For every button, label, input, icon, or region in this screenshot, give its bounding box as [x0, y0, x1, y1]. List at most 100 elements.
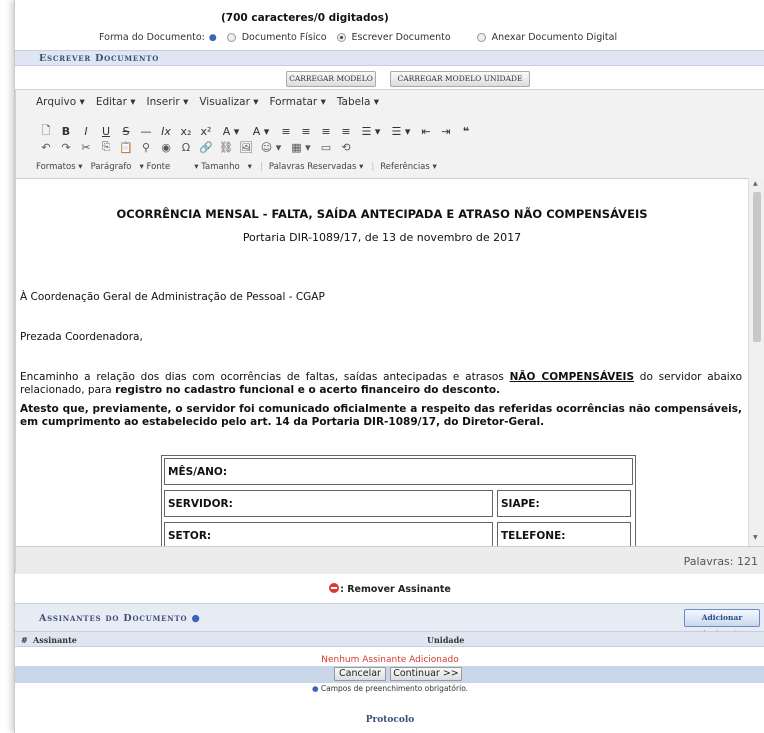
page-break-icon[interactable]: ▭ — [316, 141, 336, 154]
scroll-thumb[interactable] — [753, 192, 761, 342]
horizontal-rule-icon[interactable]: — — [136, 125, 156, 138]
cancel-button[interactable]: Cancelar — [334, 667, 386, 681]
size-dropdown[interactable]: ▾ Tamanho — [194, 162, 239, 172]
text-color-icon[interactable]: A ▾ — [216, 125, 246, 138]
section-title-text: Escrever Documento — [39, 53, 160, 64]
radio-anexar-label: Anexar Documento Digital — [491, 32, 618, 43]
radio-fisico[interactable] — [226, 33, 236, 42]
emoticon-icon[interactable]: ☺ ▾ — [256, 141, 286, 154]
menu-visualizar[interactable]: Visualizar ▾ — [199, 96, 258, 108]
mes-ano-cell[interactable]: MÊS/ANO: — [164, 458, 633, 485]
redo-icon[interactable]: ↷ — [56, 141, 76, 154]
align-justify-icon[interactable]: ≡ — [336, 125, 356, 138]
page-frame: (700 caracteres/0 digitados) Forma do Do… — [14, 0, 764, 733]
remove-signer-text: : Remover Assinante — [340, 584, 451, 595]
outdent-icon[interactable]: ⇤ — [416, 125, 436, 138]
add-signer-button[interactable]: Adicionar Assinante — [684, 609, 760, 638]
document-form-row: Forma do Documento: ● Documento Físico E… — [99, 32, 617, 43]
references-dropdown[interactable]: Referências ▾ — [380, 162, 437, 172]
restore-icon[interactable]: ⟲ — [336, 141, 356, 154]
radio-escrever[interactable] — [336, 33, 346, 42]
bold-icon[interactable]: B — [56, 125, 76, 138]
servidor-cell[interactable]: SERVIDOR: — [164, 490, 493, 517]
reserved-words-dropdown[interactable]: Palavras Reservadas ▾ — [269, 162, 364, 172]
separator: | — [259, 162, 263, 172]
document-subtitle: Portaria DIR-1089/17, de 13 de novembro … — [242, 231, 522, 244]
preview-icon[interactable]: ◉ — [156, 141, 176, 154]
para1-part-d: registro no cadastro funcional e o acert… — [115, 384, 501, 396]
required-note: ● Campos de preenchimento obrigatório. — [15, 684, 764, 693]
signers-table-header: # Assinante Unidade — [15, 631, 764, 647]
col-number: # — [21, 635, 28, 645]
required-dot-icon: ● — [208, 32, 217, 43]
underline-icon[interactable]: U — [96, 125, 116, 138]
align-right-icon[interactable]: ≡ — [316, 125, 336, 138]
table-row: SERVIDOR: SIAPE: — [162, 488, 635, 520]
clear-format-icon[interactable]: Ix — [156, 125, 176, 138]
align-center-icon[interactable]: ≡ — [296, 125, 316, 138]
undo-icon[interactable]: ↶ — [36, 141, 56, 154]
menu-arquivo[interactable]: Arquivo ▾ — [36, 96, 85, 108]
paragraph-1: Encaminho a relação dos dias com ocorrên… — [20, 371, 742, 397]
protocolo-heading: Protocolo — [365, 715, 415, 725]
remove-icon — [329, 583, 340, 593]
indent-icon[interactable]: ⇥ — [436, 125, 456, 138]
employee-table: MÊS/ANO: SERVIDOR: SIAPE: SETOR: TELEFON… — [161, 455, 636, 546]
empty-signers-message: Nenhum Assinante Adicionado — [321, 655, 459, 665]
separator: | — [371, 162, 375, 172]
cut-icon[interactable]: ✂ — [76, 141, 96, 154]
special-char-icon[interactable]: Ω — [176, 141, 196, 154]
background-color-icon[interactable]: A ▾ — [246, 125, 276, 138]
image-icon[interactable]: 🖼 — [236, 141, 256, 154]
table-row: SETOR: TELEFONE: — [162, 520, 635, 546]
radio-anexar[interactable] — [476, 33, 486, 42]
load-model-button[interactable]: CARREGAR MODELO — [286, 71, 376, 87]
unlink-icon[interactable]: ⛓ — [216, 141, 236, 154]
continue-button[interactable]: Continuar >> — [390, 667, 462, 681]
section-title: Escrever Documento — [15, 50, 764, 66]
rich-text-editor: Arquivo ▾ Editar ▾ Inserir ▾ Visualizar … — [15, 89, 764, 574]
siape-cell[interactable]: SIAPE: — [497, 490, 631, 517]
signers-header: Assinantes do Documento ● Adicionar Assi… — [15, 603, 764, 638]
bullet-list-icon[interactable]: ☰ ▾ — [356, 125, 386, 138]
subscript-icon[interactable]: x₂ — [176, 125, 196, 138]
paragraph-dropdown[interactable]: Parágrafo — [91, 162, 132, 172]
remove-signer-legend: : Remover Assinante — [15, 583, 764, 595]
col-signer: Assinante — [33, 635, 77, 645]
editor-scrollbar[interactable]: ▲ ▼ — [748, 178, 764, 546]
scroll-down-icon[interactable]: ▼ — [753, 534, 758, 541]
formats-dropdown[interactable]: Formatos ▾ — [36, 162, 83, 172]
link-icon[interactable]: 🔗 — [196, 141, 216, 154]
table-row: MÊS/ANO: — [162, 456, 635, 488]
telefone-cell[interactable]: TELEFONE: — [497, 522, 631, 546]
toolbar-row-2: ↶ ↷ ✂ ⎘ 📋 ⚲ ◉ Ω 🔗 ⛓ 🖼 ☺ ▾ ▦ ▾ ▭ ⟲ — [36, 139, 356, 155]
font-dropdown[interactable]: ▾ Fonte — [140, 162, 171, 172]
copy-icon[interactable]: ⎘ — [96, 140, 116, 154]
load-model-unit-button[interactable]: CARREGAR MODELO UNIDADE — [390, 71, 530, 87]
para1-part-a: Encaminho a relação dos dias com ocorrên… — [20, 371, 510, 383]
menu-tabela[interactable]: Tabela ▾ — [337, 96, 379, 108]
new-document-icon[interactable]: 🗋 — [36, 122, 56, 141]
menu-formatar[interactable]: Formatar ▾ — [270, 96, 326, 108]
table-icon[interactable]: ▦ ▾ — [286, 141, 316, 154]
char-counter: (700 caracteres/0 digitados) — [221, 12, 389, 24]
required-dot-icon: ● — [191, 613, 201, 624]
blockquote-icon[interactable]: ❝ — [456, 125, 476, 138]
strikethrough-icon[interactable]: S — [116, 125, 136, 138]
size-arrow[interactable]: ▾ — [248, 162, 252, 172]
italic-icon[interactable]: I — [76, 125, 96, 138]
menu-editar[interactable]: Editar ▾ — [96, 96, 136, 108]
find-icon[interactable]: ⚲ — [136, 141, 156, 154]
required-note-text: Campos de preenchimento obrigatório. — [320, 684, 469, 693]
document-body[interactable]: OCORRÊNCIA MENSAL - FALTA, SAÍDA ANTECIP… — [16, 178, 748, 546]
word-count: Palavras: 121 — [683, 555, 758, 568]
col-unit: Unidade — [427, 635, 465, 645]
form-label: Forma do Documento: — [99, 32, 205, 43]
superscript-icon[interactable]: x² — [196, 125, 216, 138]
scroll-up-icon[interactable]: ▲ — [753, 180, 758, 187]
paste-icon[interactable]: 📋 — [116, 141, 136, 154]
setor-cell[interactable]: SETOR: — [164, 522, 493, 546]
menu-inserir[interactable]: Inserir ▾ — [147, 96, 189, 108]
align-left-icon[interactable]: ≡ — [276, 125, 296, 138]
numbered-list-icon[interactable]: ☰ ▾ — [386, 125, 416, 138]
